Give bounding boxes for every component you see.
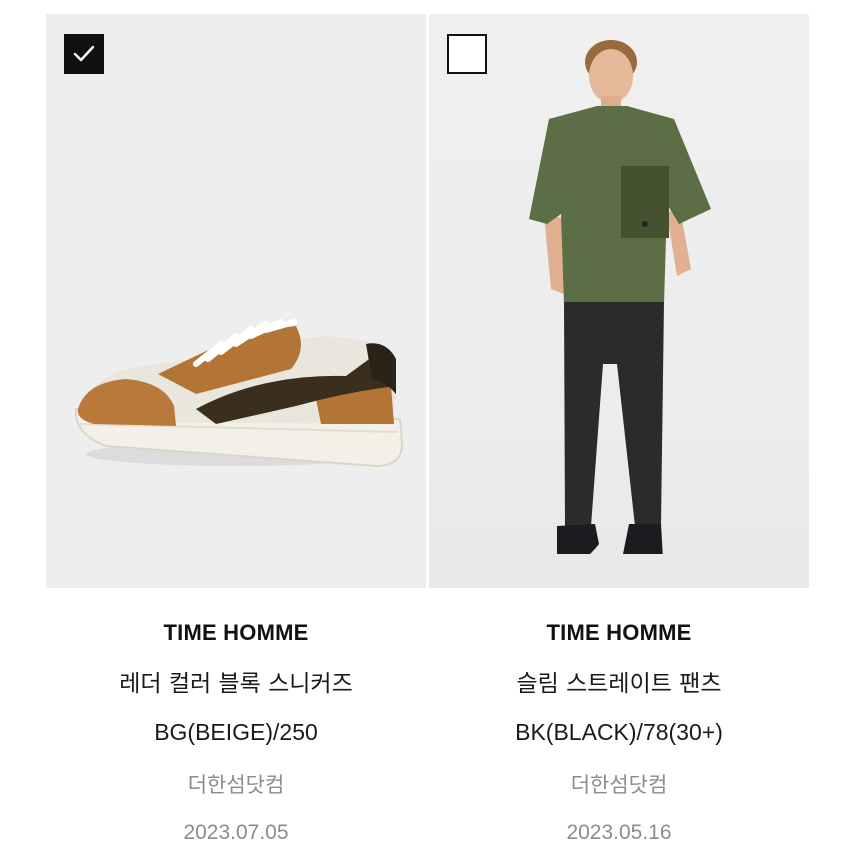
seller-name: 더한섬닷컴 xyxy=(570,773,668,797)
product-image[interactable] xyxy=(46,14,426,588)
brand-name: TIME HOMME xyxy=(163,620,309,645)
select-checkbox[interactable] xyxy=(64,34,104,74)
product-name: 레더 컬러 블록 스니커즈 xyxy=(119,671,353,697)
checkmark-icon xyxy=(73,45,95,62)
model-image xyxy=(429,40,809,588)
brand-name: TIME HOMME xyxy=(546,620,692,645)
select-checkbox[interactable] xyxy=(447,34,487,74)
sneaker-image xyxy=(74,319,404,468)
product-card[interactable]: TIME HOMME 슬림 스트레이트 팬츠 BK(BLACK)/78(30+)… xyxy=(429,14,809,845)
product-name: 슬림 스트레이트 팬츠 xyxy=(516,671,722,697)
product-image[interactable] xyxy=(429,14,809,588)
purchase-date: 2023.07.05 xyxy=(183,821,289,844)
seller-name: 더한섬닷컴 xyxy=(187,773,285,797)
product-option: BG(BEIGE)/250 xyxy=(154,719,318,745)
purchase-date: 2023.05.16 xyxy=(566,821,672,844)
product-card[interactable]: TIME HOMME 레더 컬러 블록 스니커즈 BG(BEIGE)/250 더… xyxy=(46,14,426,845)
product-option: BK(BLACK)/78(30+) xyxy=(515,719,723,745)
